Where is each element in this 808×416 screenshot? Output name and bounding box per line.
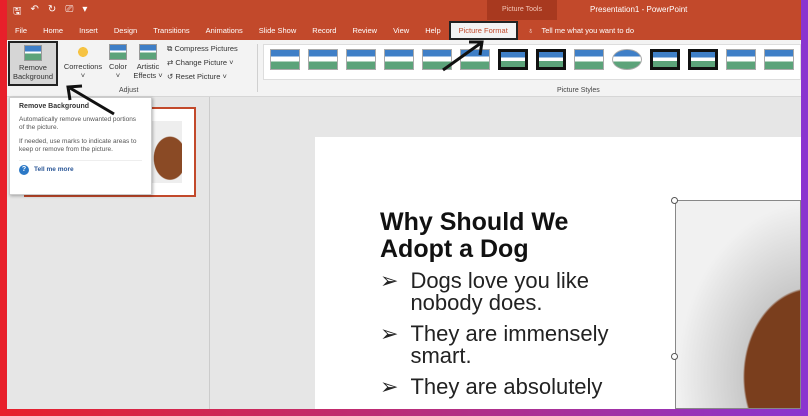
style-thumbnail[interactable] [384, 49, 414, 70]
present-icon[interactable]: ⎚ [65, 4, 73, 21]
label: Tell me more [34, 166, 74, 173]
bullet-text: They are absolutely [410, 374, 603, 399]
label: Artistic [136, 62, 160, 71]
arrow-bullet-icon: ➢ [380, 268, 399, 293]
save-icon[interactable]: 🖫 [13, 4, 22, 21]
corrections-button[interactable]: Corrections ˅ [61, 44, 105, 80]
slide-title[interactable]: Why Should We Adopt a Dog [380, 209, 620, 263]
style-thumbnail[interactable] [650, 49, 680, 70]
app-title: Presentation1 - PowerPoint [590, 5, 688, 14]
tab-record[interactable]: Record [304, 26, 344, 35]
slide-canvas: Why Should We Adopt a Dog ➢ Dogs love you… [315, 137, 801, 409]
label: Color [109, 62, 127, 71]
picture-tools-label: Picture Tools [487, 0, 557, 20]
tab-insert[interactable]: Insert [71, 26, 106, 35]
style-thumbnail[interactable] [574, 49, 604, 70]
undo-icon[interactable]: ↶ [31, 4, 39, 21]
label: Change Picture [175, 58, 228, 67]
style-thumbnail[interactable] [764, 49, 794, 70]
customize-icon[interactable]: ▾ [82, 4, 87, 21]
ribbon: Remove Background Corrections ˅ Color ˅ Art… [7, 40, 801, 97]
label: Corrections [63, 62, 103, 71]
tell-me-search[interactable]: Tell me what you want to do [533, 26, 642, 35]
tab-animations[interactable]: Animations [198, 26, 251, 35]
style-thumbnail[interactable] [612, 49, 642, 70]
tab-slide-show[interactable]: Slide Show [251, 26, 305, 35]
compress-pictures-button[interactable]: ⧉ Compress Pictures [167, 44, 238, 54]
resize-handle[interactable] [671, 353, 678, 360]
ribbon-tabs: File Home Insert Design Transitions Anim… [7, 20, 801, 40]
tab-review[interactable]: Review [344, 26, 385, 35]
annotation-arrow [442, 40, 484, 72]
color-icon [109, 44, 127, 60]
remove-background-button[interactable]: Remove Background [8, 41, 58, 86]
change-picture-button[interactable]: ⇄ Change Picture ˅ [167, 58, 234, 67]
tab-help[interactable]: Help [417, 26, 448, 35]
artistic-effects-button[interactable]: Artistic Effects ˅ [133, 44, 163, 80]
sun-icon [74, 44, 92, 60]
remove-background-icon [24, 45, 42, 61]
arrow-bullet-icon: ➢ [380, 374, 399, 399]
tab-view[interactable]: View [385, 26, 417, 35]
tell-me-more-link[interactable]: ? Tell me more [19, 160, 142, 175]
bullet-item[interactable]: ➢ Dogs love you like nobody does. [380, 270, 630, 314]
resize-handle[interactable] [671, 197, 678, 204]
label: Effects [133, 71, 157, 80]
label: Remove [19, 63, 47, 72]
reset-picture-button[interactable]: ↺ Reset Picture ˅ [167, 72, 227, 81]
bullet-item[interactable]: ➢ They are immensely smart. [380, 323, 630, 367]
tab-home[interactable]: Home [35, 26, 71, 35]
divider [257, 44, 258, 92]
redo-icon[interactable]: ↻ [48, 4, 56, 21]
tooltip-text: If needed, use marks to indicate areas t… [19, 138, 137, 153]
dog-picture[interactable] [675, 200, 801, 409]
bullet-item[interactable]: ➢ They are absolutely [380, 376, 630, 398]
powerpoint-window: 🖫 ↶ ↻ ⎚ ▾ Picture Tools Presentation1 - Powe… [7, 0, 801, 409]
picture-styles-gallery [263, 44, 801, 80]
picture-styles-group-label: Picture Styles [557, 87, 600, 94]
tab-file[interactable]: File [7, 26, 35, 35]
arrow-bullet-icon: ➢ [380, 321, 399, 346]
style-thumbnail[interactable] [270, 49, 300, 70]
style-thumbnail[interactable] [308, 49, 338, 70]
style-thumbnail[interactable] [688, 49, 718, 70]
color-button[interactable]: Color ˅ [107, 44, 129, 80]
bullet-text: Dogs love you like nobody does. [410, 268, 589, 315]
tab-transitions[interactable]: Transitions [145, 26, 197, 35]
style-thumbnail[interactable] [498, 49, 528, 70]
bullet-text: They are immensely smart. [410, 321, 609, 368]
label: Background [12, 72, 54, 81]
style-thumbnail[interactable] [726, 49, 756, 70]
tab-design[interactable]: Design [106, 26, 145, 35]
help-icon: ? [19, 165, 29, 175]
label: Compress Pictures [174, 44, 238, 53]
annotation-arrow [66, 84, 115, 116]
style-thumbnail[interactable] [346, 49, 376, 70]
title-bar: 🖫 ↶ ↻ ⎚ ▾ Picture Tools Presentation1 - Powe… [7, 0, 801, 20]
label: Reset Picture [175, 72, 221, 81]
artistic-effects-icon [139, 44, 157, 60]
style-thumbnail[interactable] [536, 49, 566, 70]
